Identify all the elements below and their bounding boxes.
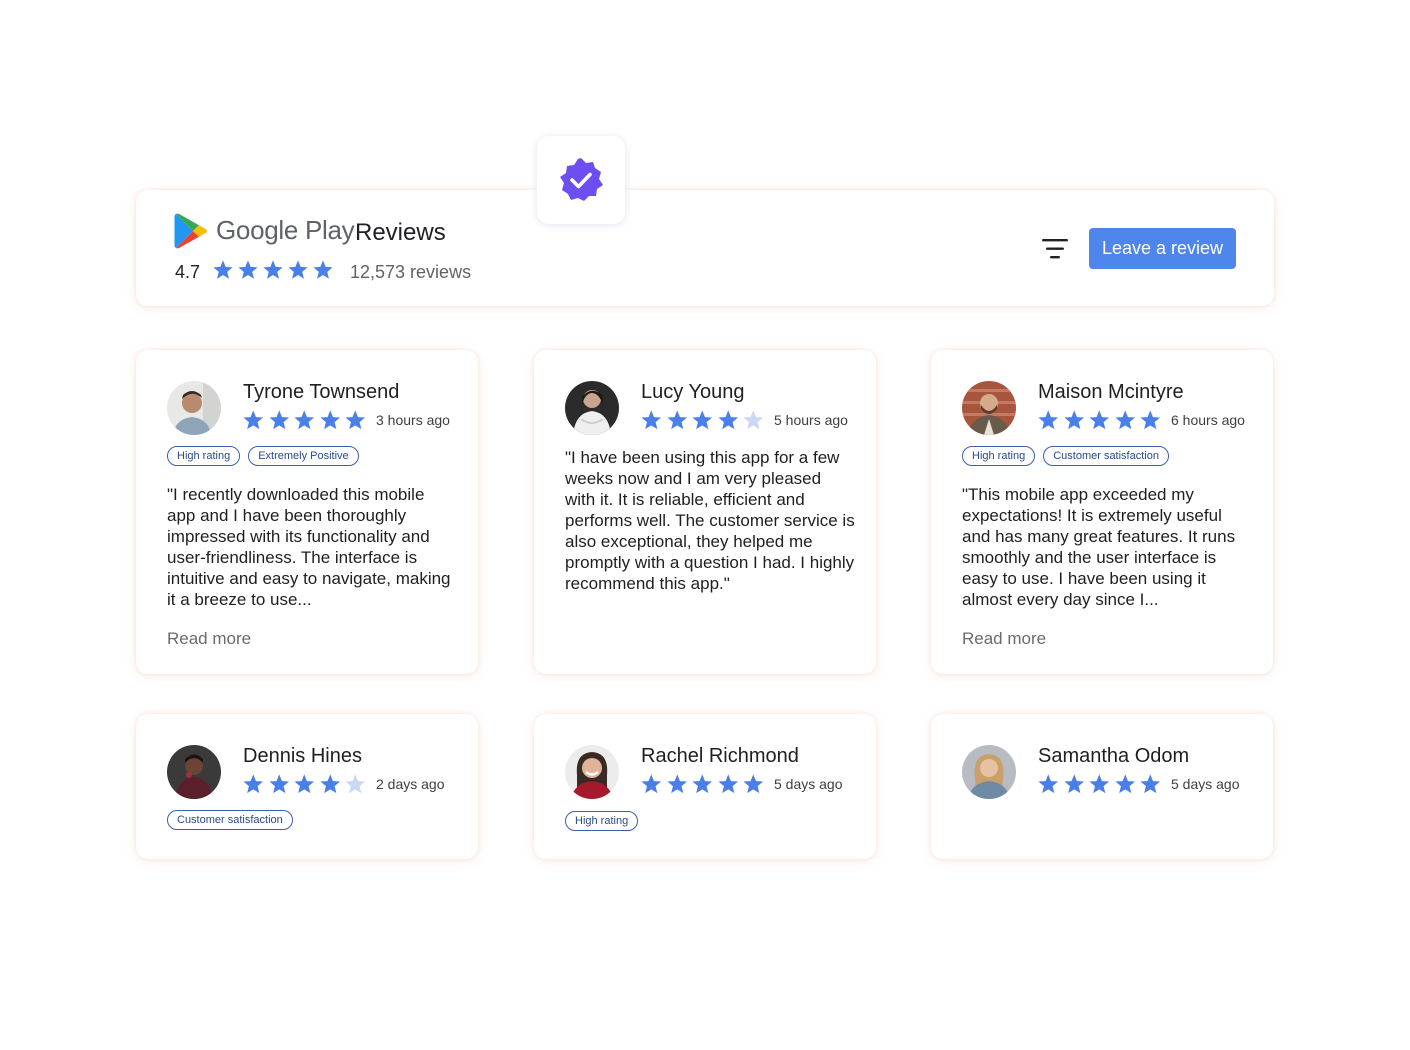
- page-title: Reviews: [355, 219, 446, 246]
- review-count: 12,573 reviews: [350, 262, 472, 282]
- star-filled-icon: [717, 409, 740, 432]
- review-text: "I recently downloaded this mobile app a…: [167, 485, 451, 609]
- star-filled-icon: [268, 409, 291, 432]
- google-play-brand: Google Play: [216, 215, 355, 245]
- star-filled-icon: [287, 259, 309, 281]
- star-filled-icon: [293, 773, 316, 796]
- read-more-link[interactable]: Read more: [962, 629, 1046, 649]
- star-filled-icon: [293, 409, 316, 432]
- review-stars: [242, 773, 367, 796]
- star-empty-icon: [344, 773, 367, 796]
- review-time: 6 hours ago: [1171, 412, 1245, 428]
- review-card: Dennis Hines 2 days ago Customer satisfa…: [136, 714, 478, 859]
- star-filled-icon: [242, 773, 265, 796]
- star-filled-icon: [1037, 409, 1060, 432]
- read-more-link[interactable]: Read more: [167, 629, 251, 649]
- star-filled-icon: [666, 409, 689, 432]
- avatar: [167, 745, 221, 799]
- star-filled-icon: [666, 773, 689, 796]
- star-filled-icon: [742, 773, 765, 796]
- verified-badge: [537, 136, 625, 224]
- tag-high-rating: High rating: [962, 446, 1036, 466]
- avatar: [565, 381, 619, 435]
- star-filled-icon: [1114, 409, 1137, 432]
- tag-high-rating: High rating: [167, 446, 241, 466]
- overall-rating: 4.7: [175, 262, 201, 282]
- avatar: [167, 381, 221, 435]
- review-card: Lucy Young 5 hours ago "I have been usin…: [534, 350, 876, 674]
- star-filled-icon: [1139, 773, 1162, 796]
- star-filled-icon: [319, 773, 342, 796]
- reviewer-name: Tyrone Townsend: [243, 381, 400, 403]
- star-filled-icon: [640, 773, 663, 796]
- star-filled-icon: [640, 409, 663, 432]
- star-filled-icon: [1037, 773, 1060, 796]
- reviewer-name: Samantha Odom: [1038, 745, 1190, 767]
- star-filled-icon: [262, 259, 284, 281]
- review-tags: Customer satisfaction: [167, 810, 293, 830]
- star-filled-icon: [691, 409, 714, 432]
- review-card: Rachel Richmond 5 days ago High rating: [534, 714, 876, 859]
- review-stars: [242, 409, 367, 432]
- tag-customer-satisfaction: Customer satisfaction: [167, 810, 293, 830]
- reviewer-name: Rachel Richmond: [641, 745, 799, 767]
- star-filled-icon: [1088, 773, 1111, 796]
- avatar: [565, 745, 619, 799]
- star-filled-icon: [237, 259, 259, 281]
- review-card: Tyrone Townsend 3 hours ago High rating …: [136, 350, 478, 674]
- review-stars: [1037, 773, 1162, 796]
- review-stars: [640, 409, 765, 432]
- tag-high-rating: High rating: [565, 811, 639, 831]
- review-card: Maison Mcintyre 6 hours ago High rating …: [931, 350, 1273, 674]
- google-play-logo-icon: [174, 213, 207, 249]
- overall-rating-stars: [212, 259, 334, 281]
- star-filled-icon: [319, 409, 342, 432]
- star-filled-icon: [268, 773, 291, 796]
- review-time: 3 hours ago: [376, 412, 450, 428]
- star-filled-icon: [242, 409, 265, 432]
- review-time: 5 days ago: [1171, 776, 1240, 792]
- review-time: 5 days ago: [774, 776, 843, 792]
- star-filled-icon: [1088, 409, 1111, 432]
- review-time: 2 days ago: [376, 776, 445, 792]
- star-filled-icon: [312, 259, 334, 281]
- review-tags: High rating Customer satisfaction: [962, 446, 1169, 466]
- review-stars: [1037, 409, 1162, 432]
- review-stars: [640, 773, 765, 796]
- review-text: "This mobile app exceeded my expectation…: [962, 485, 1236, 609]
- star-filled-icon: [1063, 409, 1086, 432]
- star-filled-icon: [1063, 773, 1086, 796]
- filter-icon[interactable]: [1040, 236, 1070, 262]
- star-filled-icon: [1114, 773, 1137, 796]
- tag-customer-satisfaction: Customer satisfaction: [1043, 446, 1169, 466]
- tag-extremely-positive: Extremely Positive: [248, 446, 359, 466]
- verified-badge-icon: [560, 158, 603, 201]
- star-filled-icon: [212, 259, 234, 281]
- leave-review-button[interactable]: Leave a review: [1089, 228, 1236, 269]
- review-card: Samantha Odom 5 days ago: [931, 714, 1273, 859]
- avatar: [962, 381, 1016, 435]
- avatar: [962, 745, 1016, 799]
- review-tags: High rating Extremely Positive: [167, 446, 359, 466]
- star-filled-icon: [717, 773, 740, 796]
- star-filled-icon: [1139, 409, 1162, 432]
- reviewer-name: Lucy Young: [641, 381, 745, 403]
- review-time: 5 hours ago: [774, 412, 848, 428]
- reviewer-name: Dennis Hines: [243, 745, 362, 767]
- review-text: "I have been using this app for a few we…: [565, 448, 855, 593]
- star-filled-icon: [691, 773, 714, 796]
- reviewer-name: Maison Mcintyre: [1038, 381, 1184, 403]
- star-empty-icon: [742, 409, 765, 432]
- star-filled-icon: [344, 409, 367, 432]
- review-tags: High rating: [565, 811, 639, 831]
